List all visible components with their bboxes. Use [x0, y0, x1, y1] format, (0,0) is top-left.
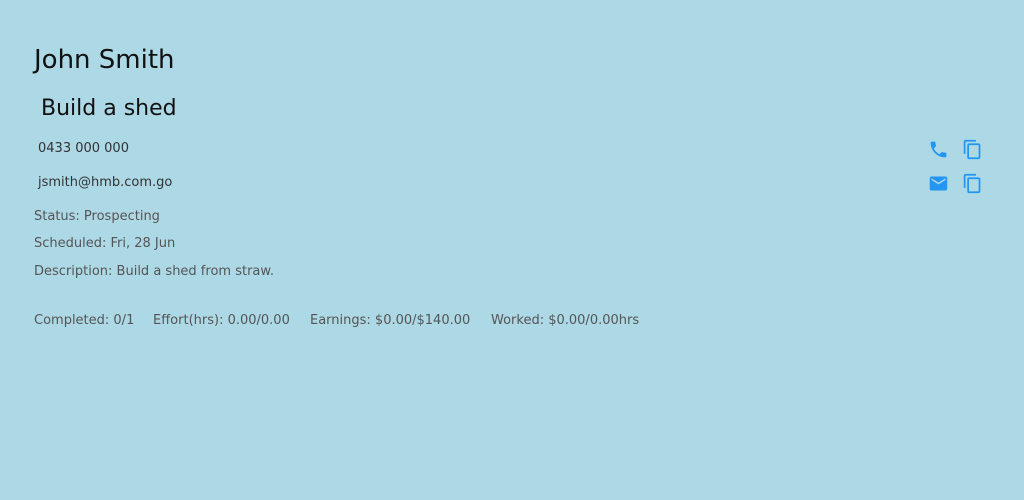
email-address: jsmith@hmb.com.go — [38, 175, 173, 190]
phone-row: 0433 000 000 — [38, 137, 988, 161]
stat-effort: Effort(hrs): 0.00/0.00 — [153, 313, 290, 328]
job-status: Status: Prospecting — [34, 209, 160, 224]
stat-worked: Worked: $0.00/0.00hrs — [491, 313, 640, 328]
phone-number: 0433 000 000 — [38, 141, 129, 156]
job-description: Description: Build a shed from straw. — [34, 264, 274, 279]
email-icon[interactable] — [926, 171, 950, 195]
customer-name: John Smith — [34, 45, 175, 75]
stat-earnings: Earnings: $0.00/$140.00 — [310, 313, 471, 328]
phone-icon[interactable] — [926, 137, 950, 161]
email-row: jsmith@hmb.com.go — [38, 171, 988, 195]
stat-completed: Completed: 0/1 — [34, 313, 135, 328]
copy-email-icon[interactable] — [960, 171, 984, 195]
job-title: Build a shed — [41, 96, 177, 121]
job-scheduled: Scheduled: Fri, 28 Jun — [34, 236, 176, 251]
copy-phone-icon[interactable] — [960, 137, 984, 161]
job-card: John Smith Build a shed 0433 000 000 jsm… — [0, 0, 1024, 500]
